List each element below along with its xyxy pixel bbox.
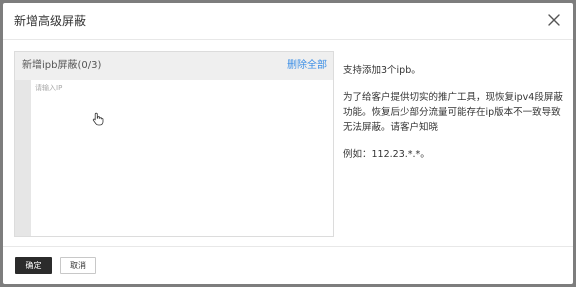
ip-input[interactable] xyxy=(31,80,333,236)
delete-all-link[interactable]: 删除全部 xyxy=(287,59,327,73)
ipb-block-panel: 新增ipb屏蔽(0/3) 删除全部 xyxy=(14,51,334,237)
ipb-help-info: 支持添加3个ipb。 为了给客户提供切实的推广工具，现恢复ipv4段屏蔽功能。恢… xyxy=(343,63,563,162)
info-limit-text: 支持添加3个ipb。 xyxy=(343,65,421,76)
dialog-header: 新增高级屏蔽 xyxy=(3,3,573,39)
footer-divider xyxy=(3,246,573,247)
close-icon[interactable] xyxy=(547,13,561,27)
panel-title: 新增ipb屏蔽(0/3) xyxy=(22,60,102,71)
cancel-button[interactable]: 取消 xyxy=(60,257,96,274)
info-description-text: 为了给客户提供切实的推广工具，现恢复ipv4段屏蔽功能。恢复后少部分流量可能存在… xyxy=(343,92,563,133)
header-divider xyxy=(3,39,573,40)
mouse-pointer-icon xyxy=(92,111,104,126)
dialog-title: 新增高级屏蔽 xyxy=(14,14,87,28)
advanced-block-dialog: 新增高级屏蔽 新增ipb屏蔽(0/3) 删除全部 支持添加3个ipb。 为了给客… xyxy=(3,3,573,284)
panel-header: 新增ipb屏蔽(0/3) 删除全部 xyxy=(15,52,333,80)
line-number-gutter xyxy=(15,80,31,236)
confirm-button[interactable]: 确定 xyxy=(15,257,52,274)
info-example-text: 例如：112.23.*.*。 xyxy=(343,149,430,160)
